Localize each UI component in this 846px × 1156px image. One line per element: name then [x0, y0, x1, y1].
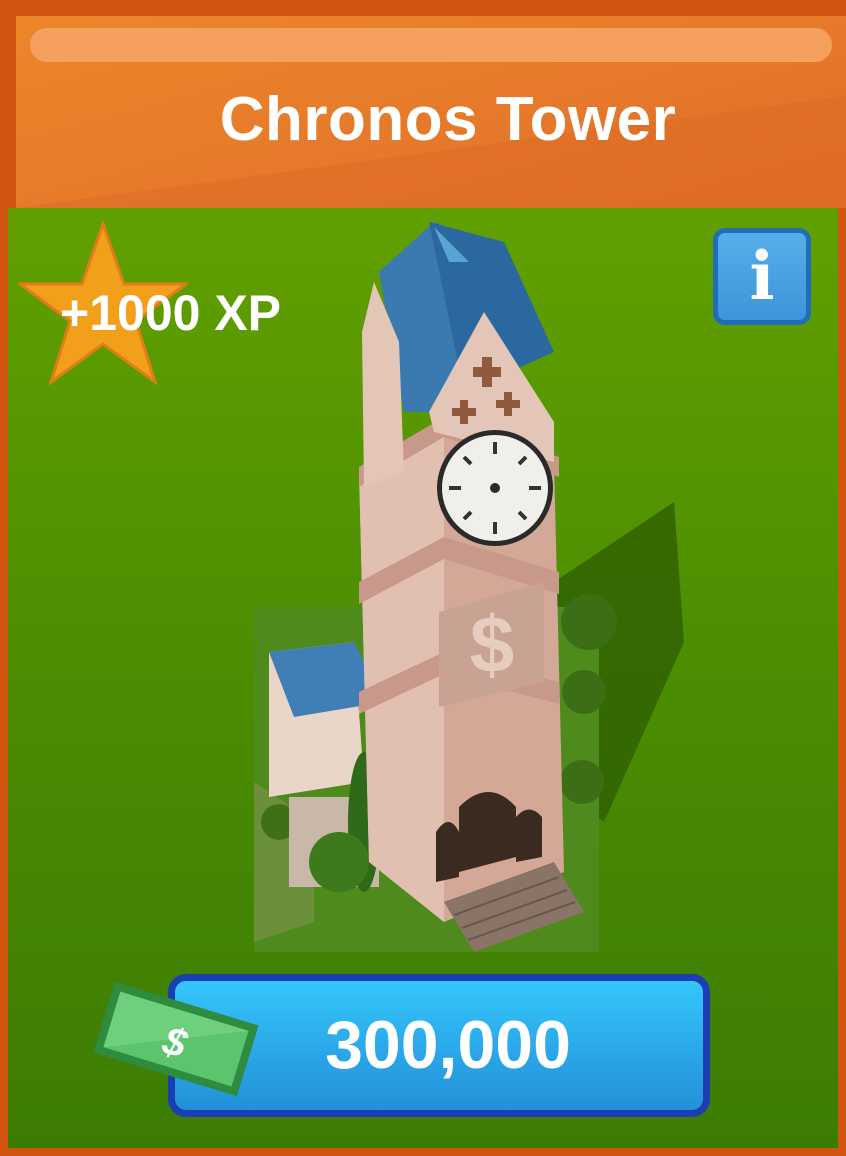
- item-title: Chronos Tower: [219, 85, 677, 154]
- xp-reward-label: +1000 XP: [60, 285, 282, 341]
- info-button[interactable]: i: [713, 228, 811, 325]
- building-image: $: [254, 222, 684, 952]
- building-dollar-sign: $: [470, 600, 515, 689]
- cash-bill-icon: $: [93, 981, 259, 1097]
- header-highlight: [30, 28, 832, 62]
- info-icon: i: [749, 237, 775, 315]
